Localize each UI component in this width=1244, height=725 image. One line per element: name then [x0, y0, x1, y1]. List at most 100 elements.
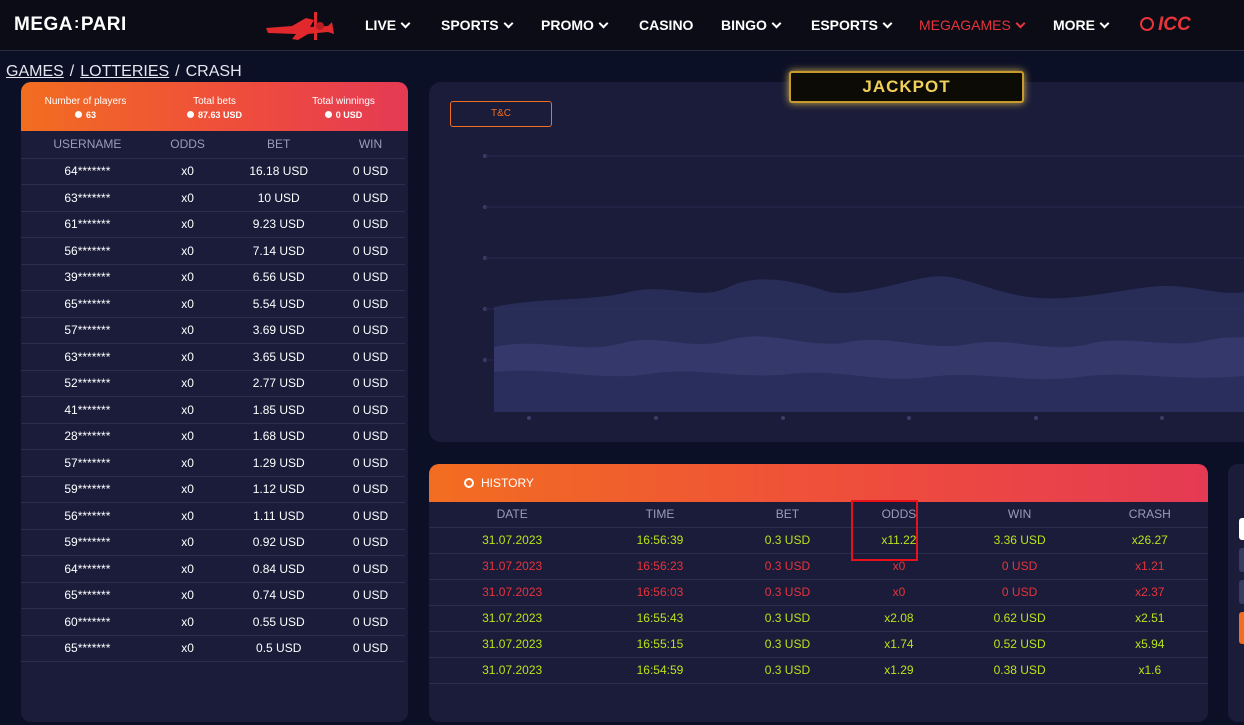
- player-username: 57*******: [21, 317, 154, 344]
- player-win: 0 USD: [336, 290, 405, 318]
- col-win: WIN: [336, 131, 405, 159]
- player-odds: x0: [153, 449, 222, 477]
- stat-total-winnings: Total winnings 0 USD: [279, 82, 408, 131]
- history-win: 0.62 USD: [947, 605, 1092, 632]
- history-table-header: DATE TIME BET ODDS WIN CRASH: [429, 502, 1208, 528]
- player-odds: x0: [153, 370, 222, 397]
- history-title: HISTORY: [481, 476, 534, 490]
- nav-promo[interactable]: PROMO: [541, 17, 609, 33]
- history-odds: x0: [850, 579, 948, 606]
- coins-icon: [186, 111, 194, 118]
- player-bet: 5.54 USD: [221, 290, 336, 318]
- nav-more[interactable]: MORE: [1053, 17, 1110, 33]
- player-win: 0 USD: [336, 529, 405, 556]
- player-username: 64*******: [21, 158, 154, 185]
- player-bet: 1.11 USD: [221, 502, 336, 530]
- stat-value-text: 87.63 USD: [197, 110, 243, 120]
- breadcrumb-lotteries[interactable]: LOTTERIES: [80, 63, 169, 80]
- nav-bingo[interactable]: BINGO: [721, 17, 782, 33]
- nav-sports-label: SPORTS: [441, 17, 499, 33]
- player-odds: x0: [153, 582, 222, 609]
- megapari-logo[interactable]: MEGA:PARI: [14, 14, 127, 36]
- history-win: 0.38 USD: [947, 657, 1092, 684]
- logo-text-right: PARI: [80, 14, 127, 35]
- player-win: 0 USD: [336, 476, 405, 503]
- col-bet: BET: [221, 131, 336, 159]
- player-username: 28*******: [21, 423, 154, 450]
- history-time: 16:56:03: [595, 579, 725, 606]
- player-row: 65******* x0 5.54 USD 0 USD: [21, 290, 405, 318]
- history-crash: x2.51: [1091, 605, 1208, 632]
- stat-label: Total winnings: [312, 96, 375, 107]
- player-row: 56******* x0 1.11 USD 0 USD: [21, 502, 405, 530]
- crash-game-area: T&C: [429, 82, 1244, 442]
- side-button-partial[interactable]: [1239, 548, 1244, 572]
- player-bet: 1.68 USD: [221, 423, 336, 450]
- player-bet: 9.23 USD: [221, 211, 336, 238]
- player-win: 0 USD: [336, 502, 405, 530]
- player-win: 0 USD: [336, 555, 405, 583]
- player-row: 28******* x0 1.68 USD 0 USD: [21, 423, 405, 450]
- icc-label: ICC: [1158, 14, 1191, 35]
- players-panel: Number of players 63 Total bets 87.63 US…: [21, 82, 408, 722]
- player-bet: 2.77 USD: [221, 370, 336, 397]
- player-odds: x0: [153, 635, 222, 662]
- jackpot-banner[interactable]: JACKPOT: [789, 71, 1024, 103]
- chevron-down-icon: [400, 18, 411, 29]
- breadcrumb-separator: /: [175, 63, 180, 80]
- side-action-button-partial[interactable]: [1239, 612, 1244, 644]
- players-summary: Number of players 63 Total bets 87.63 US…: [21, 82, 408, 131]
- history-header: HISTORY: [429, 464, 1208, 502]
- nav-live[interactable]: LIVE: [365, 17, 411, 33]
- history-odds: x1.74: [850, 631, 948, 658]
- icc-link[interactable]: ICC: [1140, 14, 1191, 36]
- player-row: 64******* x0 0.84 USD 0 USD: [21, 555, 405, 583]
- player-row: 61******* x0 9.23 USD 0 USD: [21, 211, 405, 238]
- alarm-clock-icon: [464, 478, 474, 488]
- logo-separator: :: [74, 15, 80, 32]
- player-username: 65*******: [21, 582, 154, 609]
- money-bag-icon: [324, 111, 332, 118]
- history-date: 31.07.2023: [429, 605, 596, 632]
- history-row: 31.07.2023 16:55:43 0.3 USD x2.08 0.62 USD x2…: [429, 605, 1208, 632]
- top-navigation: MEGA:PARI LIVE SPORTS PROMO CASINO BINGO…: [0, 0, 1244, 51]
- history-date: 31.07.2023: [429, 527, 596, 554]
- player-win: 0 USD: [336, 158, 405, 185]
- player-win: 0 USD: [336, 211, 405, 238]
- side-button-partial[interactable]: [1239, 580, 1244, 604]
- nav-megagames-label: MEGAGAMES: [919, 17, 1011, 33]
- breadcrumb-games[interactable]: GAMES: [6, 63, 64, 80]
- nav-megagames[interactable]: MEGAGAMES: [919, 17, 1026, 33]
- history-time: 16:56:39: [595, 527, 725, 554]
- stat-label: Total bets: [193, 96, 236, 107]
- player-win: 0 USD: [336, 237, 405, 265]
- nav-sports[interactable]: SPORTS: [441, 17, 514, 33]
- stat-value-text: 0 USD: [335, 110, 363, 120]
- history-time: 16:54:59: [595, 657, 725, 684]
- player-bet: 0.5 USD: [221, 635, 336, 662]
- nav-casino[interactable]: CASINO: [639, 17, 693, 33]
- history-date: 31.07.2023: [429, 657, 596, 684]
- nav-esports[interactable]: ESPORTS: [811, 17, 893, 33]
- nav-more-label: MORE: [1053, 17, 1095, 33]
- player-row: 41******* x0 1.85 USD 0 USD: [21, 396, 405, 424]
- player-row: 59******* x0 0.92 USD 0 USD: [21, 529, 405, 556]
- nav-promo-label: PROMO: [541, 17, 594, 33]
- breadcrumb-separator: /: [69, 63, 75, 80]
- logo-text-left: MEGA: [14, 14, 73, 35]
- col-time: TIME: [595, 502, 725, 528]
- game-background-waves: [483, 154, 1244, 420]
- stat-value: 63: [21, 110, 150, 120]
- col-bet: BET: [724, 502, 851, 528]
- cricket-ball-icon: [1140, 17, 1154, 31]
- history-time: 16:56:23: [595, 553, 725, 580]
- player-odds: x0: [153, 290, 222, 318]
- history-bet: 0.3 USD: [724, 631, 851, 658]
- history-win: 0 USD: [947, 579, 1092, 606]
- chevron-down-icon: [1099, 18, 1110, 29]
- side-input-partial[interactable]: [1239, 518, 1244, 540]
- aviator-plane-icon[interactable]: [262, 8, 336, 44]
- player-win: 0 USD: [336, 264, 405, 291]
- stat-value-text: 63: [85, 110, 96, 120]
- history-odds: x2.08: [850, 605, 948, 632]
